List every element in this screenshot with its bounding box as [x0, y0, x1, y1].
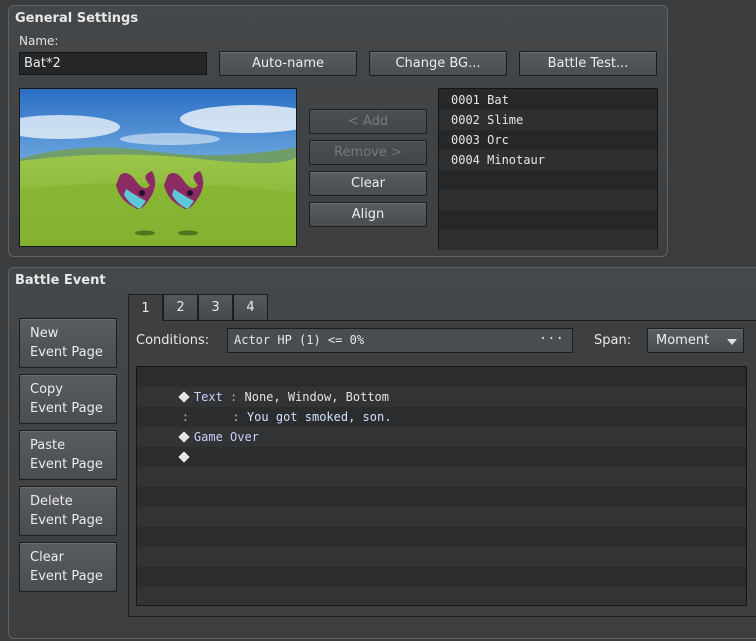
- list-item[interactable]: 0002 Slime: [439, 110, 657, 130]
- conditions-label: Conditions:: [136, 333, 210, 348]
- diamond-icon: [178, 451, 190, 463]
- list-item[interactable]: 0003 Orc: [439, 130, 657, 150]
- change-bg-button[interactable]: Change BG...: [369, 51, 507, 76]
- command-separator: :: [222, 390, 245, 404]
- list-item: [137, 447, 746, 467]
- clear-event-page-button[interactable]: Clear Event Page: [19, 542, 117, 592]
- tab-4[interactable]: 4: [233, 294, 268, 320]
- command-name: Game Over: [193, 430, 259, 444]
- diamond-icon: [178, 431, 190, 443]
- copy-event-page-button[interactable]: Copy Event Page: [19, 374, 117, 424]
- list-item[interactable]: [439, 210, 657, 230]
- remove-enemy-button[interactable]: Remove >: [309, 140, 427, 165]
- enemy-list[interactable]: 0001 Bat 0002 Slime 0003 Orc 0004 Minota…: [438, 88, 658, 250]
- list-item: [137, 587, 746, 605]
- battle-test-button[interactable]: Battle Test...: [519, 51, 657, 76]
- conditions-field[interactable]: Actor HP (1) <= 0% ···: [227, 328, 573, 353]
- paste-event-page-button[interactable]: Paste Event Page: [19, 430, 117, 480]
- battle-event-title: Battle Event: [15, 273, 106, 288]
- new-event-page-button[interactable]: New Event Page: [19, 318, 117, 368]
- list-item: [137, 507, 746, 527]
- add-enemy-button[interactable]: < Add: [309, 109, 427, 134]
- command-name: Text: [193, 390, 223, 404]
- name-input[interactable]: Bat*2: [19, 52, 207, 75]
- list-item: [137, 487, 746, 507]
- clear-enemies-button[interactable]: Clear: [309, 171, 427, 196]
- battle-background-image: [20, 89, 296, 246]
- span-value: Moment: [656, 333, 710, 348]
- list-item[interactable]: 0001 Bat: [439, 90, 657, 110]
- delete-event-page-button[interactable]: Delete Event Page: [19, 486, 117, 536]
- list-item: [137, 467, 746, 487]
- list-item[interactable]: [439, 170, 657, 190]
- diamond-icon: [178, 391, 190, 403]
- command-args: You got smoked, son.: [246, 410, 392, 424]
- list-item[interactable]: [439, 190, 657, 210]
- event-command-list[interactable]: Text : None, Window, Bottom : : You got …: [136, 366, 747, 606]
- span-select[interactable]: Moment: [647, 328, 744, 353]
- list-item[interactable]: Text : None, Window, Bottom: [137, 367, 746, 404]
- list-item: [137, 547, 746, 567]
- command-name: :: [181, 410, 226, 424]
- command-separator: :: [225, 410, 247, 424]
- name-label: Name:: [19, 34, 59, 48]
- list-item[interactable]: [439, 230, 657, 250]
- tab-3[interactable]: 3: [198, 294, 233, 320]
- conditions-more-icon[interactable]: ···: [539, 331, 564, 347]
- tab-2[interactable]: 2: [163, 294, 198, 320]
- tab-1[interactable]: 1: [128, 294, 163, 321]
- span-label: Span:: [594, 333, 632, 348]
- conditions-value: Actor HP (1) <= 0%: [234, 333, 365, 347]
- list-item[interactable]: 0004 Minotaur: [439, 150, 657, 170]
- list-item: [137, 567, 746, 587]
- general-settings-title: General Settings: [15, 11, 139, 26]
- command-args: None, Window, Bottom: [244, 390, 390, 404]
- list-item: [137, 527, 746, 547]
- triangle-down-icon: [727, 339, 737, 345]
- battle-preview[interactable]: [19, 88, 297, 247]
- auto-name-button[interactable]: Auto-name: [219, 51, 357, 76]
- align-enemies-button[interactable]: Align: [309, 202, 427, 227]
